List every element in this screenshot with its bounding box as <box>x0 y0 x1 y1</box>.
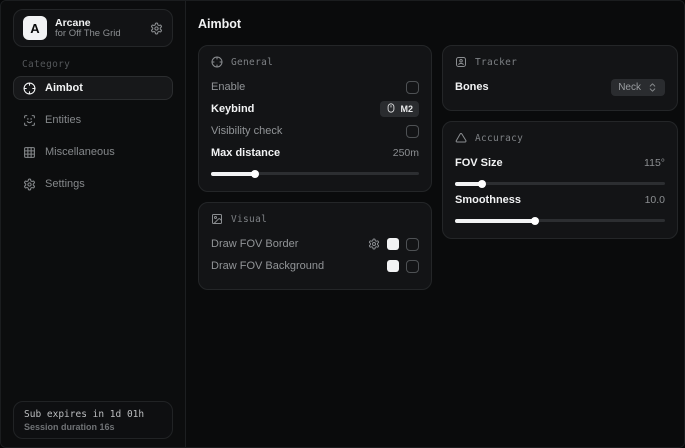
settings-gear-icon[interactable] <box>150 22 163 35</box>
sidebar-nav: Aimbot Entities Miscellaneous Settings <box>13 76 173 196</box>
panel-accuracy: Accuracy FOV Size 115° Smoothness 10.0 <box>442 121 678 239</box>
sidebar-item-label: Miscellaneous <box>45 146 115 158</box>
sidebar: A Arcane for Off The Grid Category Aimbo… <box>1 1 186 447</box>
fov-size-slider[interactable] <box>455 179 665 187</box>
brand-card: A Arcane for Off The Grid <box>13 9 173 47</box>
panel-tracker: Tracker Bones Neck <box>442 45 678 111</box>
keybind-row: Keybind M2 <box>211 98 419 120</box>
sidebar-item-label: Aimbot <box>45 82 83 94</box>
fov-border-label: Draw FOV Border <box>211 238 298 250</box>
smoothness-slider[interactable] <box>455 216 665 224</box>
max-distance-slider[interactable] <box>211 169 419 177</box>
image-icon <box>211 213 223 225</box>
fov-size-label: FOV Size <box>455 157 503 169</box>
panel-title: Visual <box>231 214 267 225</box>
sub-expires-text: Sub expires in 1d 01h <box>24 409 162 420</box>
person-frame-icon <box>455 56 467 68</box>
max-distance-label: Max distance <box>211 147 280 159</box>
gear-icon <box>23 178 36 191</box>
crosshair-icon <box>23 82 36 95</box>
panel-visual-header: Visual <box>211 213 419 225</box>
crosshair-icon <box>211 56 223 68</box>
visibility-check-row: Visibility check <box>211 120 419 142</box>
panel-title: General <box>231 57 273 68</box>
chevrons-up-down-icon <box>647 82 658 93</box>
panel-title: Accuracy <box>475 133 523 144</box>
panel-accuracy-header: Accuracy <box>455 132 665 144</box>
triangle-icon <box>455 132 467 144</box>
slider-track <box>455 182 665 185</box>
fov-size-row: FOV Size 115° <box>455 152 665 174</box>
grid-icon <box>23 146 36 159</box>
brand-text: Arcane for Off The Grid <box>55 17 142 40</box>
scan-face-icon <box>23 114 36 127</box>
app-subtitle: for Off The Grid <box>55 29 142 40</box>
fov-size-value: 115° <box>644 157 665 169</box>
sidebar-item-miscellaneous[interactable]: Miscellaneous <box>13 140 173 164</box>
bones-label: Bones <box>455 81 489 93</box>
fov-border-settings-icon[interactable] <box>368 238 380 250</box>
slider-thumb[interactable] <box>531 217 539 225</box>
session-duration-text: Session duration 16s <box>24 422 162 432</box>
enable-row: Enable <box>211 76 419 98</box>
subscription-card: Sub expires in 1d 01h Session duration 1… <box>13 401 173 439</box>
page-title: Aimbot <box>198 17 678 31</box>
enable-label: Enable <box>211 81 245 93</box>
fov-background-color-swatch[interactable] <box>387 260 399 272</box>
category-label: Category <box>22 59 173 70</box>
fov-border-row: Draw FOV Border <box>211 233 419 255</box>
fov-background-row: Draw FOV Background <box>211 255 419 277</box>
keybind-value: M2 <box>400 104 413 114</box>
smoothness-value: 10.0 <box>645 194 665 206</box>
panel-general: General Enable Keybind M2 <box>198 45 432 192</box>
app-logo: A <box>23 16 47 40</box>
panel-title: Tracker <box>475 57 517 68</box>
sidebar-item-entities[interactable]: Entities <box>13 108 173 132</box>
main-content: Aimbot General Enable <box>186 1 685 447</box>
panel-visual: Visual Draw FOV Border Draw <box>198 202 432 290</box>
enable-checkbox[interactable] <box>406 81 419 94</box>
smoothness-label: Smoothness <box>455 194 521 206</box>
bones-row: Bones Neck <box>455 76 665 98</box>
slider-thumb[interactable] <box>251 170 259 178</box>
visibility-check-label: Visibility check <box>211 125 282 137</box>
mouse-icon <box>386 103 396 115</box>
sidebar-item-label: Entities <box>45 114 81 126</box>
bones-selected-value: Neck <box>618 82 641 93</box>
app-title: Arcane <box>55 17 142 29</box>
visibility-check-checkbox[interactable] <box>406 125 419 138</box>
panel-general-header: General <box>211 56 419 68</box>
slider-fill <box>455 219 535 223</box>
sidebar-item-aimbot[interactable]: Aimbot <box>13 76 173 100</box>
panel-tracker-header: Tracker <box>455 56 665 68</box>
fov-border-color-swatch[interactable] <box>387 238 399 250</box>
bones-select[interactable]: Neck <box>611 79 665 96</box>
slider-thumb[interactable] <box>478 180 486 188</box>
smoothness-row: Smoothness 10.0 <box>455 189 665 211</box>
sidebar-item-settings[interactable]: Settings <box>13 172 173 196</box>
app-window: A Arcane for Off The Grid Category Aimbo… <box>0 0 685 448</box>
max-distance-value: 250m <box>393 147 419 159</box>
max-distance-row: Max distance 250m <box>211 142 419 164</box>
sidebar-item-label: Settings <box>45 178 85 190</box>
keybind-button[interactable]: M2 <box>380 101 419 117</box>
keybind-label: Keybind <box>211 103 254 115</box>
fov-border-checkbox[interactable] <box>406 238 419 251</box>
fov-background-checkbox[interactable] <box>406 260 419 273</box>
slider-fill <box>211 172 255 176</box>
fov-background-label: Draw FOV Background <box>211 260 324 272</box>
